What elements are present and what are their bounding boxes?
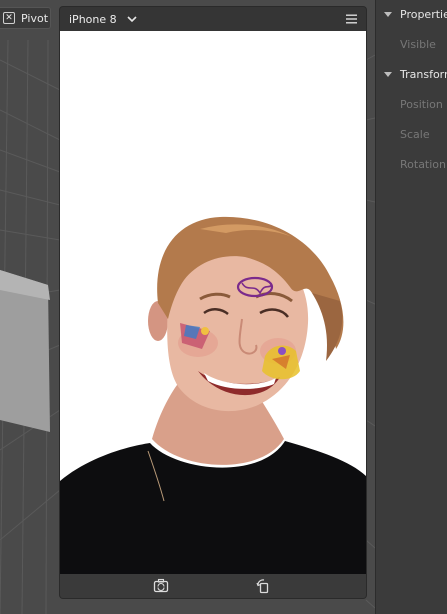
device-simulator: iPhone 8	[60, 7, 366, 598]
inspector-panel: Properties Visible Transform Position Sc…	[375, 0, 447, 614]
expand-triangle-icon	[384, 11, 392, 17]
scale-label: Scale	[400, 128, 430, 141]
pivot-label: Pivot	[21, 11, 49, 25]
rotation-label: Rotation	[400, 158, 447, 171]
expand-triangle-icon	[384, 71, 392, 77]
face-preview-image	[60, 31, 366, 574]
position-label: Position	[400, 98, 443, 111]
properties-section-header[interactable]: Properties	[376, 3, 447, 25]
visible-label: Visible	[400, 38, 436, 51]
simulator-footer	[60, 574, 366, 598]
simulator-header: iPhone 8	[60, 7, 366, 31]
transform-section-header[interactable]: Transform	[376, 63, 447, 85]
close-icon: ✕	[3, 12, 15, 24]
rotate-device-icon[interactable]	[255, 578, 271, 594]
scene-viewport[interactable]: ✕ Pivot iPhone 8	[0, 0, 375, 614]
device-selector[interactable]: iPhone 8	[69, 13, 117, 26]
camera-preview	[60, 31, 366, 574]
flip-camera-icon[interactable]	[153, 578, 169, 594]
menu-icon[interactable]	[346, 14, 357, 24]
chevron-down-icon[interactable]	[127, 14, 137, 24]
properties-header: Properties	[400, 7, 447, 21]
pivot-toggle[interactable]: ✕ Pivot	[0, 7, 51, 29]
transform-header: Transform	[400, 67, 447, 81]
